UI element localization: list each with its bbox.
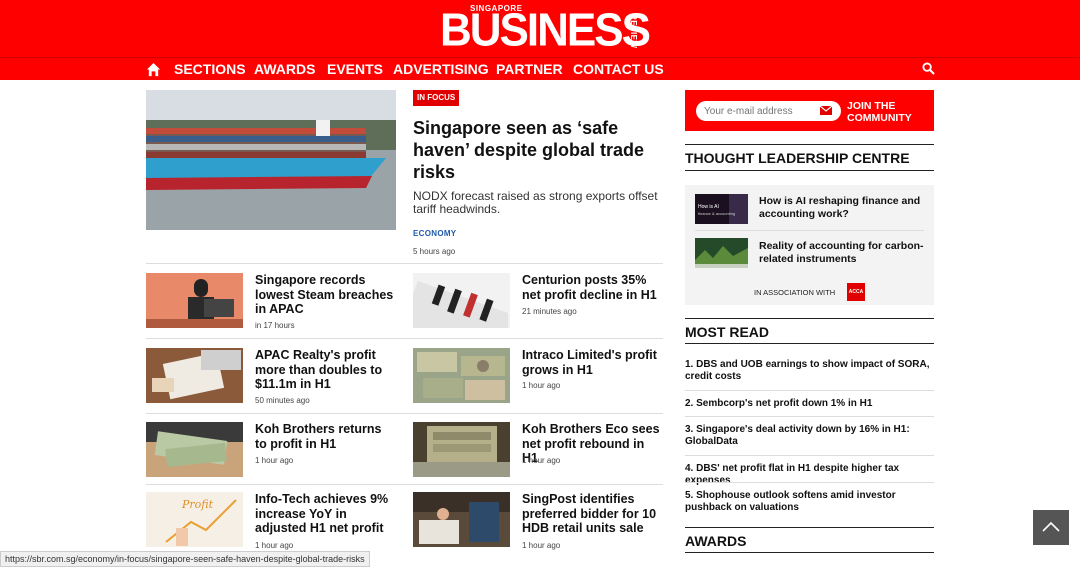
divider (146, 484, 663, 485)
divider (146, 413, 663, 414)
article-time: 1 hour ago (522, 541, 561, 550)
article-image[interactable]: Profit (146, 492, 243, 547)
join-label-2: COMMUNITY (847, 112, 912, 124)
awards-heading[interactable]: AWARDS (685, 533, 746, 549)
article-image[interactable] (413, 492, 510, 547)
divider (695, 230, 924, 231)
article-title[interactable]: Centurion posts 35% net profit decline i… (522, 273, 662, 302)
most-read-item[interactable]: 1. DBS and UOB earnings to show impact o… (685, 359, 934, 383)
svg-text:finance & accounting: finance & accounting (698, 211, 735, 216)
most-read-item[interactable]: 4. DBS' net profit flat in H1 despite hi… (685, 463, 934, 487)
article-image[interactable] (413, 422, 510, 477)
logo-review-text: REVIEW (629, 14, 638, 49)
divider (685, 390, 934, 391)
nav-partner[interactable]: PARTNER (496, 60, 563, 78)
article-title[interactable]: APAC Realty's profit more than doubles t… (255, 348, 395, 392)
most-read-item[interactable]: 2. Sembcorp's net profit down 1% in H1 (685, 398, 934, 410)
tl-image-carbon[interactable] (695, 238, 748, 268)
tl-image-ai[interactable]: How is AI finance & accounting (695, 194, 748, 224)
rule (685, 170, 934, 171)
hero-category[interactable]: ECONOMY (413, 229, 456, 238)
home-icon[interactable] (146, 62, 161, 77)
article-title[interactable]: Singapore records lowest Steam breaches … (255, 273, 395, 317)
main-nav: SECTIONS AWARDS EVENTS ADVERTISING PARTN… (0, 57, 1080, 80)
article-title[interactable]: Intraco Limited's profit grows in H1 (522, 348, 662, 377)
article-image[interactable] (146, 273, 243, 328)
most-read-item[interactable]: 5. Shophouse outlook softens amid invest… (685, 490, 934, 514)
article-image[interactable] (413, 348, 510, 403)
rule (685, 527, 934, 528)
divider (146, 263, 663, 264)
divider (685, 482, 934, 483)
article-image[interactable] (413, 273, 510, 328)
article-title[interactable]: Koh Brothers returns to profit in H1 (255, 422, 395, 451)
divider (146, 338, 663, 339)
nav-sections[interactable]: SECTIONS (174, 60, 246, 78)
tl-title[interactable]: Reality of accounting for carbon-related… (759, 240, 929, 265)
article-time: 21 minutes ago (522, 307, 577, 316)
newsletter-box: JOIN THE COMMUNITY (685, 90, 934, 131)
article-title[interactable]: Info-Tech achieves 9% increase YoY in ad… (255, 492, 395, 536)
divider (685, 455, 934, 456)
article-time: 1 hour ago (255, 456, 294, 465)
chevron-up-icon (1042, 521, 1060, 532)
hero-time: 5 hours ago (413, 247, 456, 256)
article-time: 1 hour ago (522, 456, 561, 465)
rule (685, 144, 934, 145)
search-icon[interactable] (922, 62, 935, 75)
nav-contact-us[interactable]: CONTACT US (573, 60, 664, 78)
join-community-button[interactable]: JOIN THE COMMUNITY (847, 100, 912, 124)
svg-text:How is AI: How is AI (698, 204, 719, 210)
nav-awards[interactable]: AWARDS (254, 60, 315, 78)
in-focus-tag[interactable]: IN FOCUS (413, 90, 460, 106)
header-bar: SINGAPORE BUSINESS REVIEW (0, 0, 1080, 57)
most-read-heading[interactable]: MOST READ (685, 324, 769, 340)
join-label-1: JOIN THE (847, 100, 896, 112)
rule (685, 343, 934, 344)
association-label: IN ASSOCIATION WITH (754, 288, 836, 297)
site-logo[interactable]: SINGAPORE BUSINESS REVIEW (440, 4, 651, 55)
article-time: 1 hour ago (255, 541, 294, 550)
hero-title[interactable]: Singapore seen as ‘safe haven’ despite g… (413, 117, 663, 183)
acca-logo[interactable]: ACCA (847, 283, 865, 301)
article-image[interactable] (146, 348, 243, 403)
rule (685, 318, 934, 319)
article-time: in 17 hours (255, 321, 295, 330)
divider (685, 416, 934, 417)
svg-text:Profit: Profit (181, 498, 214, 511)
hero-image-cargo-ship[interactable] (146, 90, 396, 230)
nav-events[interactable]: EVENTS (327, 60, 383, 78)
article-time: 1 hour ago (522, 381, 561, 390)
mail-icon[interactable] (820, 106, 832, 115)
thought-leadership-heading[interactable]: THOUGHT LEADERSHIP CENTRE (685, 150, 910, 166)
article-title[interactable]: SingPost identifies preferred bidder for… (522, 492, 662, 536)
nav-advertising[interactable]: ADVERTISING (393, 60, 489, 78)
rule (685, 552, 934, 553)
back-to-top-button[interactable] (1033, 510, 1069, 545)
most-read-item[interactable]: 3. Singapore's deal activity down by 16%… (685, 424, 934, 448)
hero-subtitle: NODX forecast raised as strong exports o… (413, 189, 658, 216)
logo-business-text: BUSINESS (440, 4, 651, 57)
article-time: 50 minutes ago (255, 396, 310, 405)
tl-title[interactable]: How is AI reshaping finance and accounti… (759, 195, 929, 220)
article-image[interactable] (146, 422, 243, 477)
